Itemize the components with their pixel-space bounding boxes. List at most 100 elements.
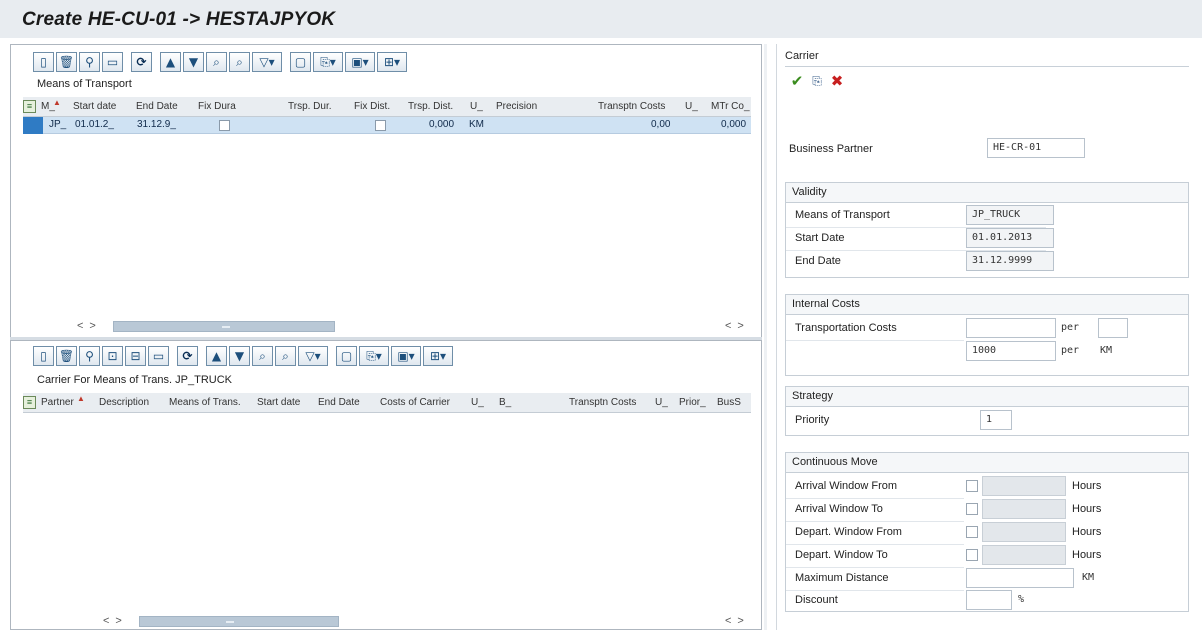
cell-unit[interactable]: KM bbox=[469, 119, 484, 130]
detail-toolbar: ✔ ⎘ ✖ bbox=[787, 72, 847, 90]
refresh-icon[interactable]: ⟳ bbox=[177, 346, 198, 366]
column-header[interactable]: U_ bbox=[685, 101, 698, 112]
depart-window-from-field[interactable] bbox=[982, 522, 1066, 542]
select-layout-icon[interactable]: ≡ bbox=[23, 396, 36, 409]
sort-descending-icon[interactable]: ▼ bbox=[229, 346, 250, 366]
select-all-icon[interactable]: ⊡ bbox=[102, 346, 123, 366]
arrival-window-to-field[interactable] bbox=[982, 499, 1066, 519]
find-icon[interactable]: ⌕ bbox=[252, 346, 273, 366]
print-icon[interactable]: ▢ bbox=[336, 346, 357, 366]
scroll-arrows-right[interactable]: <> bbox=[725, 320, 750, 332]
business-partner-field[interactable]: HE-CR-01 bbox=[987, 138, 1085, 158]
column-header[interactable]: U_ bbox=[471, 397, 484, 408]
column-header[interactable]: Prior_ bbox=[679, 397, 706, 408]
arrival-window-from-checkbox[interactable] bbox=[966, 480, 978, 492]
column-header[interactable]: Costs of Carrier bbox=[380, 397, 450, 408]
table-row[interactable]: JP_ 01.01.2_ 31.12.9_ 0,000 KM 0,00 0,00… bbox=[23, 117, 751, 134]
column-header[interactable]: U_ bbox=[655, 397, 668, 408]
spreadsheet-icon[interactable]: ▣▾ bbox=[345, 52, 375, 72]
column-header[interactable]: Fix Dist. bbox=[354, 101, 390, 112]
sort-ascending-icon[interactable]: ▲ bbox=[160, 52, 181, 72]
depart-window-from-checkbox[interactable] bbox=[966, 526, 978, 538]
deselect-all-icon[interactable]: ⊟ bbox=[125, 346, 146, 366]
start-date-field[interactable]: 01.01.2013 bbox=[966, 228, 1054, 248]
sort-ascending-icon[interactable]: ▲ bbox=[206, 346, 227, 366]
find-next-icon[interactable]: ⌕ bbox=[229, 52, 250, 72]
column-header[interactable]: End Date bbox=[136, 101, 178, 112]
details-icon[interactable]: ▭ bbox=[102, 52, 123, 72]
column-header[interactable]: MTr Co_ bbox=[711, 101, 750, 112]
column-header[interactable]: U_ bbox=[470, 101, 483, 112]
zoom-icon[interactable]: ⚲ bbox=[79, 346, 100, 366]
column-header[interactable]: BusS bbox=[717, 397, 741, 408]
discount-field[interactable] bbox=[966, 590, 1012, 610]
depart-window-to-field[interactable] bbox=[982, 545, 1066, 565]
cell-trsp-dist[interactable]: 0,000 bbox=[429, 119, 454, 130]
refresh-icon[interactable]: ⟳ bbox=[131, 52, 152, 72]
scroll-arrows[interactable]: <> bbox=[77, 320, 102, 332]
priority-label: Priority bbox=[795, 414, 830, 426]
details-icon[interactable]: ▭ bbox=[148, 346, 169, 366]
row-selector[interactable] bbox=[23, 117, 43, 134]
priority-field[interactable]: 1 bbox=[980, 410, 1012, 430]
select-layout-icon[interactable]: ≡ bbox=[23, 100, 36, 113]
delete-icon[interactable]: 🗑 bbox=[56, 346, 77, 366]
cell-transptn-costs[interactable]: 0,00 bbox=[651, 119, 670, 130]
scroll-arrows[interactable]: <> bbox=[103, 615, 128, 627]
vertical-splitter[interactable] bbox=[764, 44, 767, 630]
depart-window-to-checkbox[interactable] bbox=[966, 549, 978, 561]
arrival-window-from-field[interactable] bbox=[982, 476, 1066, 496]
scroll-arrows-right[interactable]: <> bbox=[725, 615, 750, 627]
spreadsheet-icon[interactable]: ▣▾ bbox=[391, 346, 421, 366]
horizontal-scrollbar[interactable] bbox=[113, 321, 335, 332]
cell-start-date[interactable]: 01.01.2_ bbox=[75, 119, 114, 130]
column-header[interactable]: Transptn Costs bbox=[598, 101, 665, 112]
copy-icon[interactable]: ⎘ bbox=[807, 72, 827, 90]
export-icon[interactable]: ⎘▾ bbox=[313, 52, 343, 72]
column-header[interactable]: Trsp. Dur. bbox=[288, 101, 332, 112]
column-header[interactable]: Description bbox=[99, 397, 149, 408]
horizontal-scrollbar[interactable] bbox=[139, 616, 339, 627]
cell-end-date[interactable]: 31.12.9_ bbox=[137, 119, 176, 130]
delete-icon[interactable]: 🗑 bbox=[56, 52, 77, 72]
column-header[interactable]: B_ bbox=[499, 397, 511, 408]
top-grid-toolbar: ▯ 🗑 ⚲ ▭ ⟳ ▲ ▼ ⌕ ⌕ ▽▾ ▢ ⎘▾ ▣▾ ⊞▾ bbox=[33, 51, 409, 73]
column-header[interactable]: Precision bbox=[496, 101, 537, 112]
filter-icon[interactable]: ▽▾ bbox=[252, 52, 282, 72]
transportation-costs-field-2[interactable]: 1000 bbox=[966, 341, 1056, 361]
fix-duration-checkbox[interactable] bbox=[219, 120, 230, 131]
arrival-window-to-checkbox[interactable] bbox=[966, 503, 978, 515]
column-header[interactable]: Partner bbox=[41, 397, 74, 408]
find-icon[interactable]: ⌕ bbox=[206, 52, 227, 72]
print-icon[interactable]: ▢ bbox=[290, 52, 311, 72]
fix-distance-checkbox[interactable] bbox=[375, 120, 386, 131]
column-header[interactable]: Fix Dura bbox=[198, 101, 236, 112]
continuous-move-group: Continuous Move Arrival Window From Hour… bbox=[785, 452, 1189, 612]
layout-icon[interactable]: ⊞▾ bbox=[377, 52, 407, 72]
column-header[interactable]: Transptn Costs bbox=[569, 397, 636, 408]
grid-header: ≡ Partner ▲ Description Means of Trans. … bbox=[23, 393, 751, 413]
confirm-icon[interactable]: ✔ bbox=[787, 72, 807, 90]
maximum-distance-field[interactable] bbox=[966, 568, 1074, 588]
new-document-icon[interactable]: ▯ bbox=[33, 52, 54, 72]
per-unit-field[interactable] bbox=[1098, 318, 1128, 338]
export-icon[interactable]: ⎘▾ bbox=[359, 346, 389, 366]
cancel-icon[interactable]: ✖ bbox=[827, 72, 847, 90]
column-header[interactable]: End Date bbox=[318, 397, 360, 408]
column-header[interactable]: Trsp. Dist. bbox=[408, 101, 453, 112]
zoom-icon[interactable]: ⚲ bbox=[79, 52, 100, 72]
new-document-icon[interactable]: ▯ bbox=[33, 346, 54, 366]
column-header[interactable]: Start date bbox=[73, 101, 116, 112]
transportation-costs-field[interactable] bbox=[966, 318, 1056, 338]
column-header[interactable]: Start date bbox=[257, 397, 300, 408]
sort-descending-icon[interactable]: ▼ bbox=[183, 52, 204, 72]
cell-means[interactable]: JP_ bbox=[49, 119, 66, 130]
filter-icon[interactable]: ▽▾ bbox=[298, 346, 328, 366]
end-date-field[interactable]: 31.12.9999 bbox=[966, 251, 1054, 271]
column-header[interactable]: Means of Trans. bbox=[169, 397, 241, 408]
find-next-icon[interactable]: ⌕ bbox=[275, 346, 296, 366]
cell-mtr-costs[interactable]: 0,000 bbox=[721, 119, 746, 130]
means-of-transport-field[interactable]: JP_TRUCK bbox=[966, 205, 1054, 225]
layout-icon[interactable]: ⊞▾ bbox=[423, 346, 453, 366]
per-label: per bbox=[1061, 345, 1080, 356]
